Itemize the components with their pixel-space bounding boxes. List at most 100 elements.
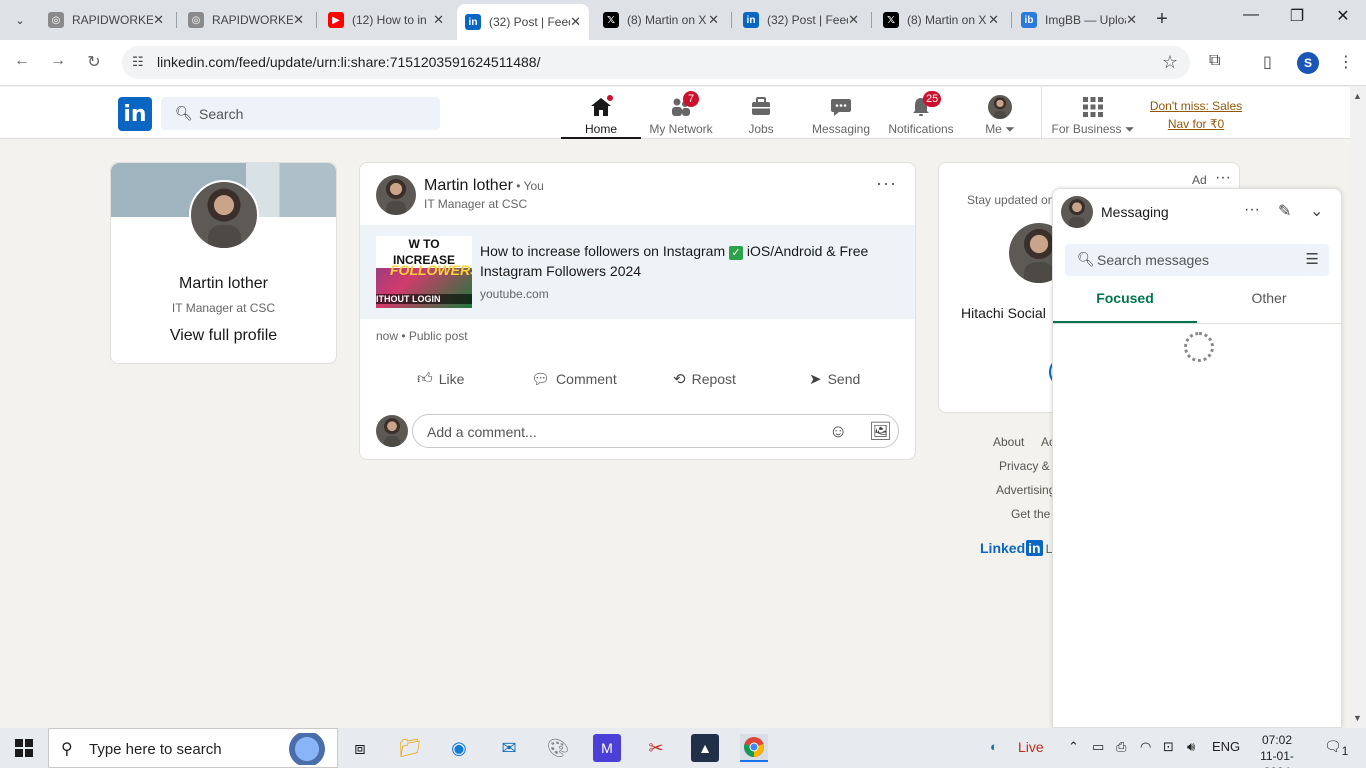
link-preview[interactable]: W TO INCREASE FOLLOWERS ITHOUT LOGIN How… — [360, 225, 915, 319]
nav-notifications[interactable]: 25 Notifications — [881, 87, 961, 139]
collapse-messaging-icon[interactable]: ⌄ — [1310, 201, 1323, 221]
footer-link-advertising[interactable]: Advertising — [996, 483, 1055, 497]
browser-tab-2[interactable]: ◎ RAPIDWORKERS ✕ — [180, 6, 312, 34]
nav-messaging[interactable]: Messaging — [801, 87, 881, 139]
footer-link-privacy[interactable]: Privacy & — [999, 459, 1050, 473]
footer-link-about[interactable]: About — [993, 435, 1024, 449]
network-alert-icon[interactable]: ⊡ — [1163, 739, 1174, 755]
file-explorer-icon[interactable]: 📁︎ — [396, 734, 424, 762]
taskbar-search[interactable]: ⚲ Type here to search — [48, 728, 338, 768]
nav-me[interactable]: Me ⏷ — [960, 87, 1040, 139]
page-scrollbar[interactable]: ▲ ▼ — [1350, 87, 1366, 728]
messaging-header[interactable]: Messaging ··· ✎ ⌄ — [1053, 189, 1341, 235]
ad-more-options-icon[interactable]: ··· — [1215, 169, 1231, 187]
close-tab-icon[interactable]: ✕ — [433, 12, 444, 28]
extensions-icon[interactable]: ⧉ — [1209, 52, 1220, 70]
repost-button[interactable]: ⟲ Repost — [673, 369, 736, 389]
link-preview-thumbnail[interactable]: W TO INCREASE FOLLOWERS ITHOUT LOGIN — [376, 236, 472, 308]
taskbar-clock[interactable]: 07:02 11-01-2024 — [1252, 732, 1302, 768]
comment-button[interactable]: 💬︎ Comment — [531, 369, 617, 389]
footer-link-get-app[interactable]: Get the — [1011, 507, 1050, 521]
notification-center-icon[interactable]: 🗨︎1 — [1324, 738, 1348, 758]
messaging-search[interactable]: 🔍︎ ☰ — [1065, 244, 1329, 276]
snipping-tool-icon[interactable]: ✂ — [642, 734, 670, 762]
filter-icon[interactable]: ☰ — [1306, 250, 1319, 268]
image-icon[interactable]: 🖼︎ — [869, 421, 892, 442]
browser-tab-8[interactable]: ib ImgBB — Upload ✕ — [1013, 6, 1145, 34]
bookmark-star-icon[interactable]: ☆ — [1162, 52, 1178, 73]
compose-message-icon[interactable]: ✎ — [1278, 201, 1291, 221]
volume-icon[interactable]: 🔊︎ — [1187, 739, 1195, 755]
browser-tab-7[interactable]: 𝕏 (8) Martin on X ✕ — [875, 6, 1007, 34]
post-author-name[interactable]: Martin lother • You — [424, 177, 544, 195]
nav-my-network[interactable]: 7 My Network — [641, 87, 721, 139]
url-text[interactable]: linkedin.com/feed/update/urn:li:share:71… — [157, 54, 540, 70]
browser-tab-6[interactable]: in (32) Post | Feed ✕ — [735, 6, 867, 34]
edge-icon[interactable]: ◉ — [445, 734, 473, 762]
post-author-avatar[interactable] — [376, 175, 416, 215]
battery-icon[interactable]: ▭ — [1092, 739, 1104, 755]
post-more-options-icon[interactable]: ··· — [876, 173, 897, 194]
close-tab-icon[interactable]: ✕ — [988, 12, 999, 28]
messaging-search-input[interactable] — [1097, 250, 1297, 270]
linkedin-search[interactable]: 🔍︎ — [161, 97, 440, 130]
site-info-icon[interactable]: ☷ — [132, 54, 144, 70]
address-bar[interactable]: ☷ linkedin.com/feed/update/urn:li:share:… — [122, 46, 1190, 79]
browser-profile-avatar[interactable]: S — [1297, 52, 1319, 74]
nav-for-business[interactable]: For Business ⏷ — [1048, 87, 1138, 139]
language-indicator[interactable]: ENG — [1212, 739, 1240, 754]
browser-tab-4-active[interactable]: in (32) Post | Feed ✕ — [457, 4, 589, 40]
ad-company-name[interactable]: Hitachi Social — [961, 305, 1046, 321]
side-panel-icon[interactable]: ▯ — [1263, 52, 1272, 72]
close-window-icon[interactable]: ✕ — [1320, 6, 1366, 26]
wifi-icon[interactable]: ◠ — [1140, 739, 1151, 755]
task-view-icon[interactable]: ⧈ — [346, 734, 374, 762]
weather-icon[interactable]: ◐ — [990, 739, 998, 754]
scroll-down-icon[interactable]: ▼ — [1353, 713, 1362, 723]
linkedin-search-input[interactable] — [199, 103, 429, 125]
profile-avatar[interactable] — [189, 180, 259, 250]
sales-nav-promo-link[interactable]: Don't miss: Sales Nav for ₹0 — [1146, 97, 1246, 133]
linkedin-logo[interactable]: in — [118, 97, 152, 131]
close-tab-icon[interactable]: ✕ — [1126, 12, 1137, 28]
device-icon[interactable]: ⎙ — [1116, 739, 1126, 755]
browser-tab-3[interactable]: ▶ (12) How to in ✕ — [320, 6, 452, 34]
app-dark-icon[interactable]: ▲ — [691, 734, 719, 762]
tab-other[interactable]: Other — [1197, 285, 1341, 323]
comment-input[interactable] — [427, 422, 807, 442]
close-tab-icon[interactable]: ✕ — [293, 12, 304, 28]
tab-search-dropdown[interactable]: ⌄ — [8, 8, 32, 32]
profile-name[interactable]: Martin lother — [111, 275, 336, 293]
browser-tab-1[interactable]: ◎ RAPIDWORKERS ✕ — [40, 6, 172, 34]
windows-start-icon[interactable] — [15, 739, 33, 757]
minimize-icon[interactable]: — — [1228, 6, 1274, 24]
mail-icon[interactable]: ✉ — [495, 734, 523, 762]
messaging-title[interactable]: Messaging — [1101, 204, 1169, 220]
messaging-more-icon[interactable]: ··· — [1244, 201, 1260, 219]
forward-icon[interactable]: → — [46, 52, 70, 70]
chrome-icon[interactable] — [740, 734, 768, 762]
nav-jobs[interactable]: Jobs — [721, 87, 801, 139]
close-tab-icon[interactable]: ✕ — [570, 14, 581, 30]
reload-icon[interactable]: ↻ — [82, 52, 106, 72]
browser-menu-icon[interactable]: ⋮ — [1338, 52, 1354, 72]
app-m-icon[interactable]: M — [593, 734, 621, 762]
back-icon[interactable]: ← — [10, 52, 34, 70]
close-tab-icon[interactable]: ✕ — [848, 12, 859, 28]
restore-icon[interactable]: ❐ — [1274, 6, 1320, 26]
scroll-up-icon[interactable]: ▲ — [1353, 91, 1362, 101]
live-news-label[interactable]: Live — [1018, 739, 1044, 755]
paint-icon[interactable]: 🎨︎ — [544, 734, 572, 762]
show-hidden-icons-chevron-icon[interactable]: ⌃ — [1068, 739, 1079, 755]
tab-focused[interactable]: Focused — [1053, 285, 1197, 323]
close-tab-icon[interactable]: ✕ — [708, 12, 719, 28]
view-full-profile-link[interactable]: View full profile — [111, 327, 336, 345]
browser-tab-5[interactable]: 𝕏 (8) Martin on X ✕ — [595, 6, 727, 34]
new-tab-button[interactable]: + — [1150, 8, 1174, 32]
emoji-icon[interactable]: ☺ — [829, 421, 847, 442]
nav-home[interactable]: Home — [561, 87, 641, 139]
close-tab-icon[interactable]: ✕ — [153, 12, 164, 28]
like-button[interactable]: 👍︎ Like — [417, 369, 464, 389]
send-button[interactable]: ➤ Send — [809, 369, 860, 389]
comment-box[interactable]: ☺ 🖼︎ — [412, 414, 899, 448]
